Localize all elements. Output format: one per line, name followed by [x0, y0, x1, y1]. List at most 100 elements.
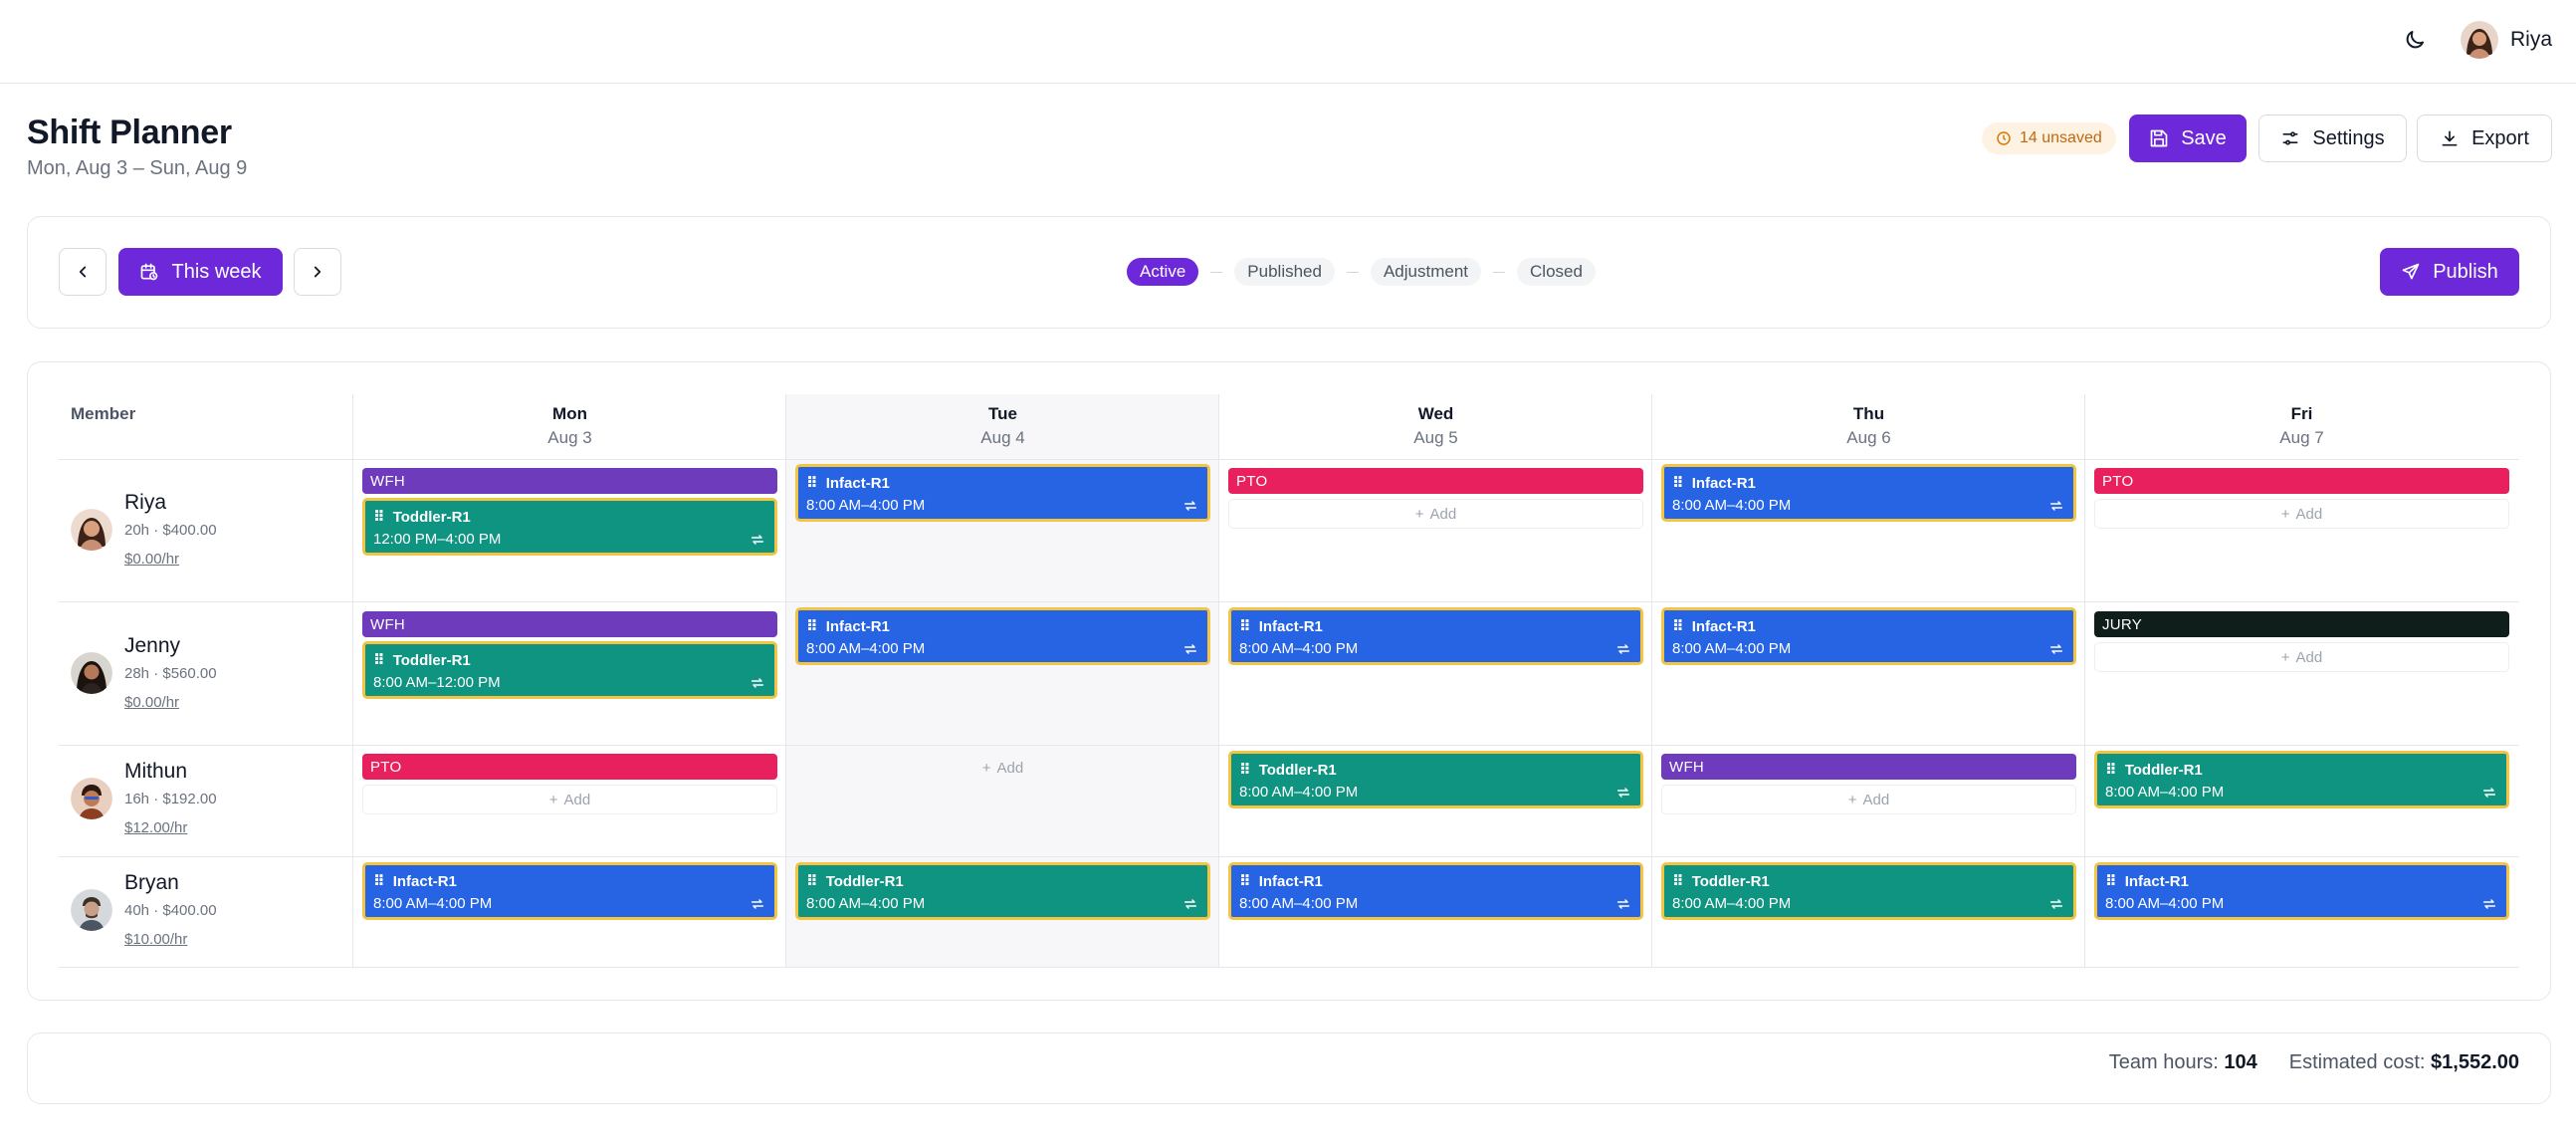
swap-icon[interactable] [2481, 896, 2497, 912]
drag-handle-icon: ⠿ [373, 652, 385, 669]
add-shift-button[interactable]: + Add [2094, 499, 2509, 529]
plus-icon: + [1847, 791, 1857, 808]
date-range: Mon, Aug 3 – Sun, Aug 9 [27, 157, 248, 179]
shift-time: 8:00 AM–12:00 PM [373, 674, 501, 691]
unsaved-count: 14 unsaved [2020, 129, 2102, 146]
settings-button[interactable]: Settings [2258, 115, 2407, 162]
row-divider [59, 967, 2519, 968]
member-rate-link[interactable]: $0.00/hr [124, 551, 217, 568]
swap-icon[interactable] [1182, 896, 1198, 912]
member-rate-link[interactable]: $12.00/hr [124, 819, 217, 836]
row-divider [59, 856, 2519, 857]
day-name: Fri [2290, 404, 2313, 423]
shift-card[interactable]: ⠿ Infact-R1 8:00 AM–4:00 PM [362, 862, 777, 920]
schedule-grid: Member Mon Aug 3 Tue Aug 4 Wed Aug 5 Thu Aug… [59, 394, 2519, 968]
shift-card[interactable]: ⠿ Infact-R1 8:00 AM–4:00 PM [1661, 607, 2076, 665]
drag-handle-icon: ⠿ [1239, 762, 1251, 779]
plus-icon: + [2280, 648, 2290, 666]
shift-time: 8:00 AM–4:00 PM [806, 497, 926, 514]
shift-title: ⠿ Infact-R1 [373, 872, 457, 891]
swap-icon[interactable] [2048, 641, 2064, 657]
previous-week-button[interactable] [59, 248, 107, 296]
this-week-button[interactable]: This week [118, 248, 283, 296]
team-hours: Team hours: 104 [2109, 1051, 2257, 1074]
stage-closed[interactable]: Closed [1517, 258, 1596, 286]
shift-card[interactable]: ⠿ Infact-R1 8:00 AM–4:00 PM [795, 464, 1210, 522]
pto-tag[interactable]: PTO [2094, 468, 2509, 494]
shift-time: 8:00 AM–4:00 PM [1239, 784, 1359, 801]
wfh-tag[interactable]: WFH [1661, 754, 2076, 780]
day-name: Mon [552, 404, 587, 423]
shift-title: ⠿ Infact-R1 [1672, 617, 1756, 636]
shift-card[interactable]: ⠿ Toddler-R1 8:00 AM–4:00 PM [1228, 751, 1643, 808]
shift-card[interactable]: ⠿ Toddler-R1 8:00 AM–4:00 PM [795, 862, 1210, 920]
wfh-tag[interactable]: WFH [362, 468, 777, 494]
day-date: Aug 5 [1413, 428, 1458, 447]
member-stats: 20h · $400.00 [124, 522, 217, 539]
drag-handle-icon: ⠿ [806, 618, 818, 635]
user-menu[interactable]: Riya [2461, 20, 2552, 60]
add-shift-button[interactable]: + Add [1661, 785, 2076, 814]
shift-card[interactable]: ⠿ Toddler-R1 8:00 AM–4:00 PM [1661, 862, 2076, 920]
stage-tracker: Active Published Adjustment Closed [1127, 258, 1596, 286]
shift-card[interactable]: ⠿ Infact-R1 8:00 AM–4:00 PM [1228, 862, 1643, 920]
swap-icon[interactable] [1182, 641, 1198, 657]
page-title: Shift Planner [27, 114, 232, 151]
next-week-button[interactable] [294, 248, 341, 296]
swap-icon[interactable] [1615, 785, 1631, 801]
shift-card[interactable]: ⠿ Infact-R1 8:00 AM–4:00 PM [1661, 464, 2076, 522]
member-rate-link[interactable]: $0.00/hr [124, 694, 217, 711]
plus-icon: + [2280, 505, 2290, 523]
member-info: Riya 20h · $400.00 $0.00/hr [124, 491, 217, 568]
export-button[interactable]: Export [2417, 115, 2552, 162]
member-stats: 40h · $400.00 [124, 902, 217, 919]
shift-card[interactable]: ⠿ Toddler-R1 8:00 AM–4:00 PM [2094, 751, 2509, 808]
stage-adjustment[interactable]: Adjustment [1370, 258, 1482, 286]
add-shift-button[interactable]: + Add [1228, 499, 1643, 529]
drag-handle-icon: ⠿ [373, 509, 385, 526]
swap-icon[interactable] [2048, 498, 2064, 514]
swap-icon[interactable] [1615, 641, 1631, 657]
pto-tag[interactable]: PTO [362, 754, 777, 780]
row-divider [59, 745, 2519, 746]
drag-handle-icon: ⠿ [373, 873, 385, 890]
shift-time: 8:00 AM–4:00 PM [806, 895, 926, 912]
wfh-tag[interactable]: WFH [362, 611, 777, 637]
shift-card[interactable]: ⠿ Infact-R1 8:00 AM–4:00 PM [2094, 862, 2509, 920]
add-shift-button[interactable]: + Add [2094, 642, 2509, 672]
day-name: Tue [988, 404, 1017, 423]
save-button[interactable]: Save [2129, 115, 2247, 162]
swap-icon[interactable] [1182, 498, 1198, 514]
avatar [71, 508, 112, 551]
swap-icon[interactable] [750, 675, 765, 691]
swap-icon[interactable] [2048, 896, 2064, 912]
swap-icon[interactable] [750, 896, 765, 912]
swap-icon[interactable] [1615, 896, 1631, 912]
add-shift-button[interactable]: + Add [795, 753, 1210, 783]
swap-icon[interactable] [2481, 785, 2497, 801]
theme-toggle-button[interactable] [2397, 22, 2433, 58]
jury-tag[interactable]: JURY [2094, 611, 2509, 637]
shift-title: ⠿ Toddler-R1 [1672, 872, 1770, 891]
shift-card[interactable]: ⠿ Infact-R1 8:00 AM–4:00 PM [1228, 607, 1643, 665]
member-rate-link[interactable]: $10.00/hr [124, 931, 217, 948]
shift-card[interactable]: ⠿ Toddler-R1 8:00 AM–12:00 PM [362, 641, 777, 699]
stage-active[interactable]: Active [1127, 258, 1199, 286]
drag-handle-icon: ⠿ [806, 475, 818, 492]
stage-published[interactable]: Published [1234, 258, 1335, 286]
avatar [71, 777, 112, 819]
shift-card[interactable]: ⠿ Toddler-R1 12:00 PM–4:00 PM [362, 498, 777, 556]
shift-name: Toddler-R1 [2124, 761, 2203, 779]
stage-separator [1346, 271, 1359, 273]
shift-time: 8:00 AM–4:00 PM [1239, 640, 1359, 657]
day-name: Thu [1852, 404, 1885, 423]
shift-card[interactable]: ⠿ Infact-R1 8:00 AM–4:00 PM [795, 607, 1210, 665]
shift-title: ⠿ Toddler-R1 [2105, 761, 2203, 780]
add-shift-button[interactable]: + Add [362, 785, 777, 814]
publish-button[interactable]: Publish [2380, 248, 2519, 296]
pto-tag[interactable]: PTO [1228, 468, 1643, 494]
swap-icon[interactable] [750, 532, 765, 548]
day-date: Aug 3 [547, 428, 592, 447]
shift-title: ⠿ Toddler-R1 [1239, 761, 1337, 780]
export-label: Export [2471, 126, 2529, 149]
